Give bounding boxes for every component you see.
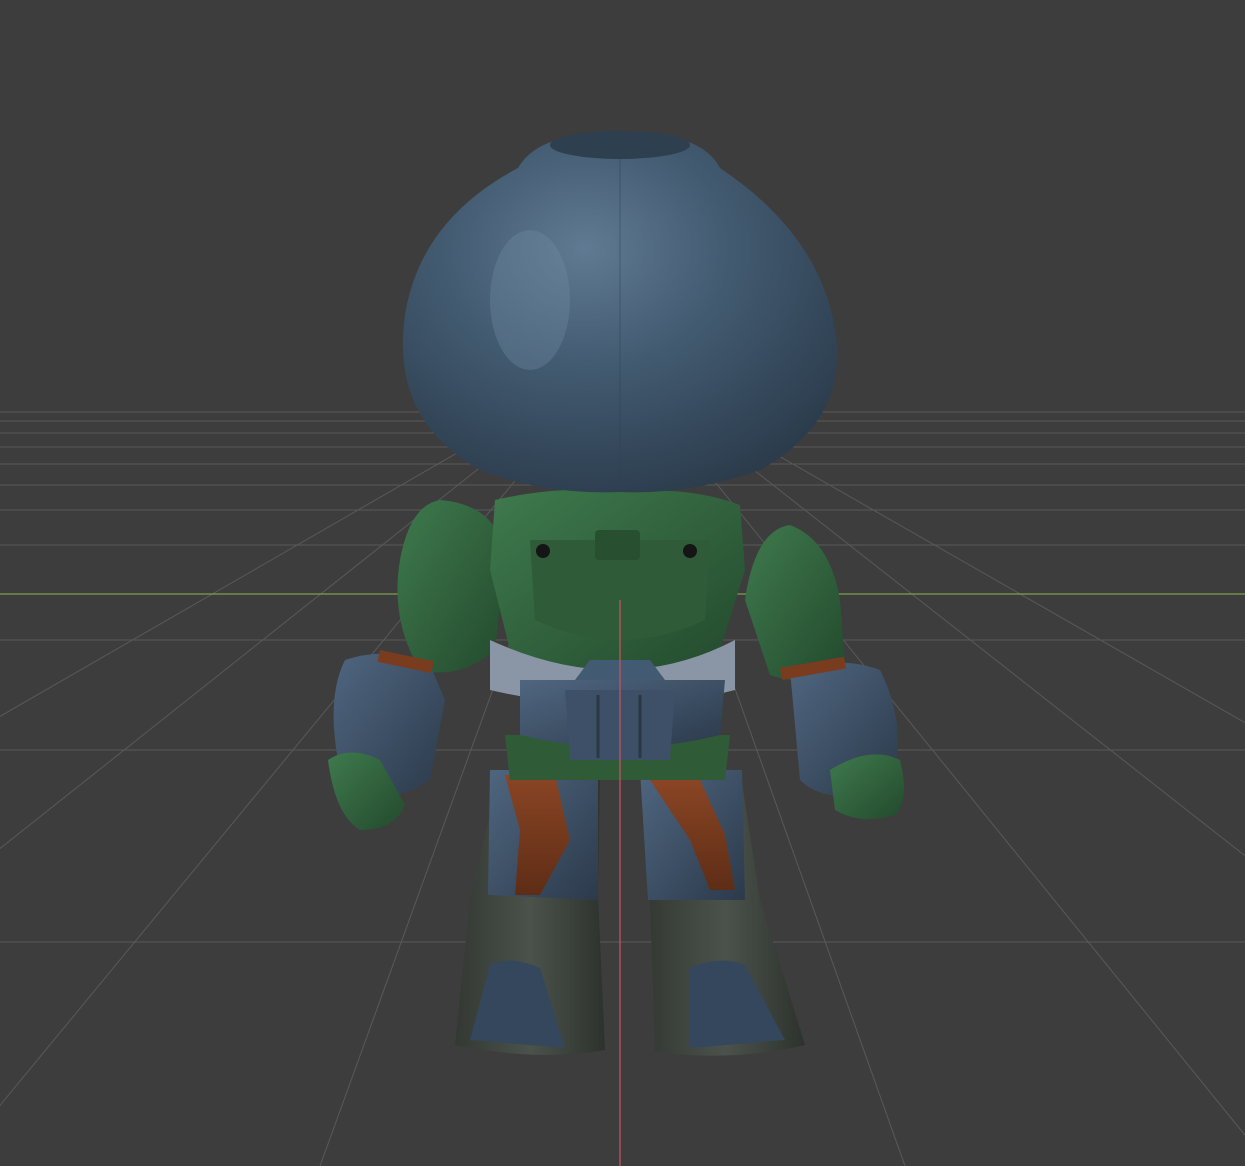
viewport-canvas[interactable] [0, 0, 1245, 1166]
character-model[interactable] [328, 131, 904, 1056]
left-leg [455, 770, 605, 1055]
head [402, 131, 838, 493]
3d-viewport[interactable] [0, 0, 1245, 1166]
torso [490, 489, 745, 760]
left-arm [328, 500, 505, 830]
right-leg [640, 770, 805, 1056]
